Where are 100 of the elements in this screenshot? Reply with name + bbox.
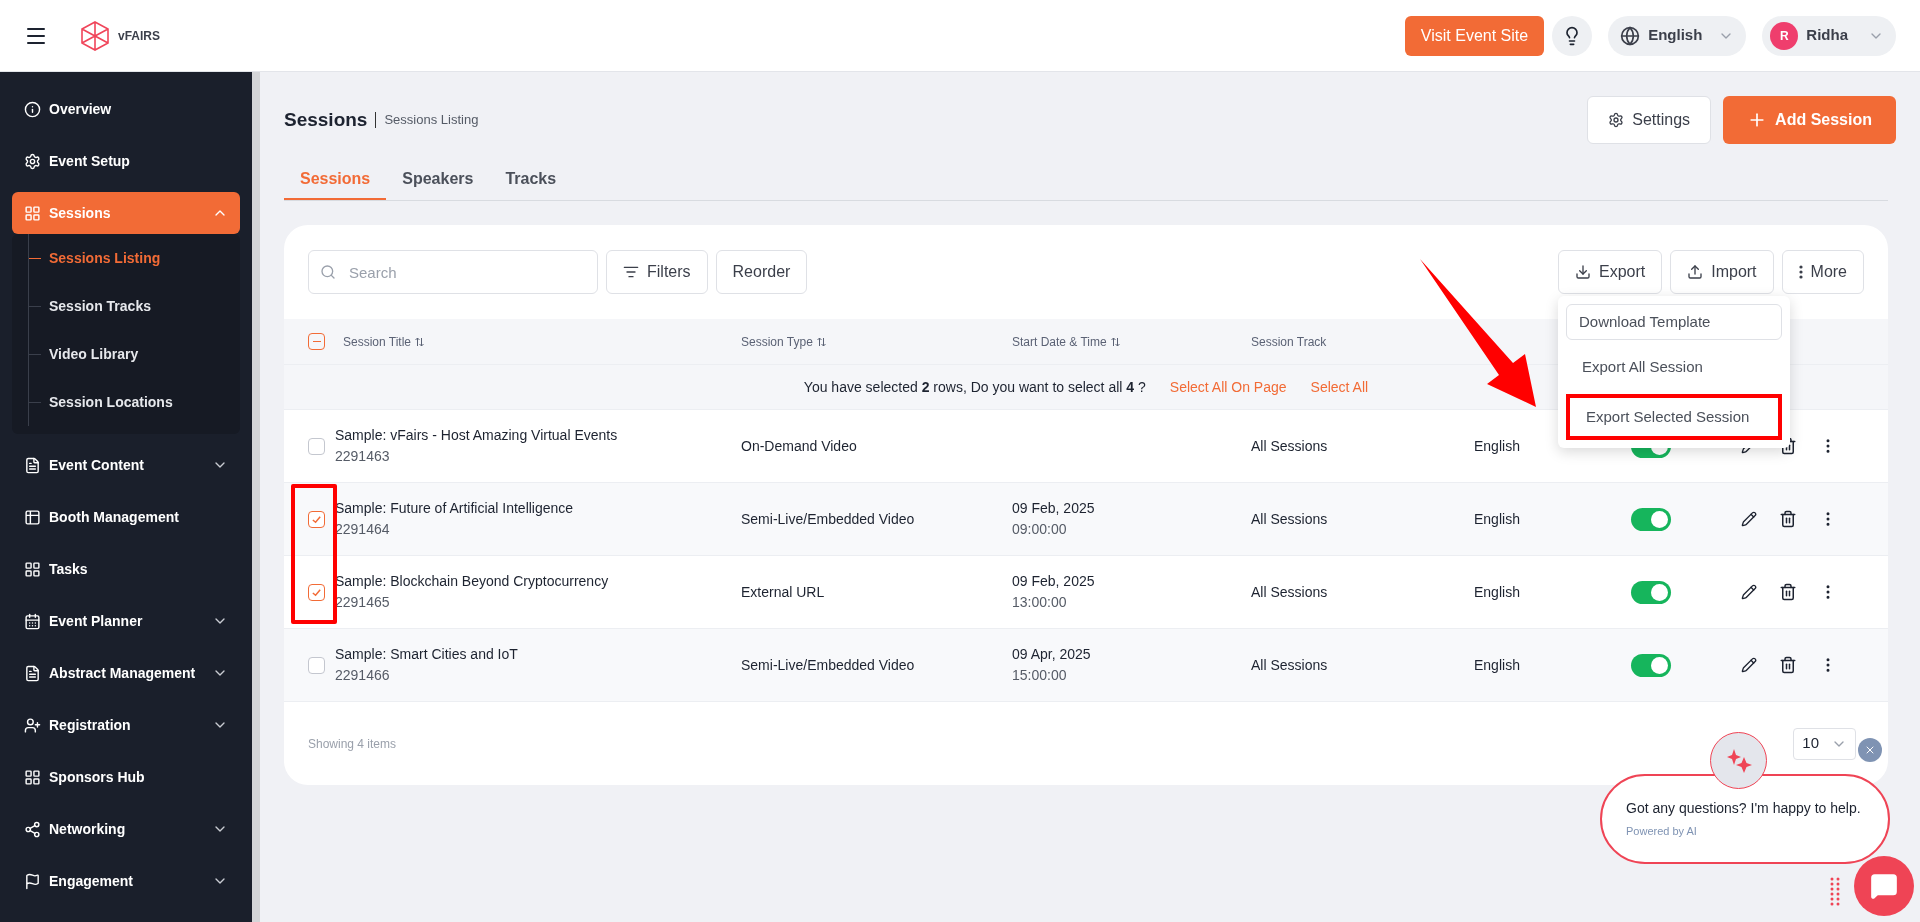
column-header: Session Track	[1251, 333, 1327, 351]
sort-icon[interactable]	[1110, 336, 1120, 347]
gear-icon	[24, 152, 41, 170]
sidebar-item[interactable]: Registration	[12, 704, 240, 746]
session-title: Sample: Smart Cities and IoT	[335, 645, 519, 664]
sidebar-item[interactable]: Overview	[12, 88, 240, 130]
tab[interactable]: Speakers	[386, 160, 490, 200]
search-icon	[320, 264, 336, 280]
sidebar-item[interactable]: Networking	[12, 808, 240, 850]
edit-icon[interactable]	[1741, 511, 1757, 527]
header-checkbox[interactable]	[308, 333, 325, 350]
session-title: Sample: Future of Artificial Intelligence	[335, 499, 575, 518]
session-time: 09:00:00	[1012, 520, 1068, 539]
sort-icon[interactable]	[816, 336, 826, 347]
delete-icon[interactable]	[1779, 583, 1797, 601]
user-plus-icon	[24, 716, 41, 734]
session-id: 2291466	[335, 666, 391, 685]
export-menu-item[interactable]: Export All Session	[1565, 344, 1782, 390]
sidebar-subitem[interactable]: Session Locations	[49, 391, 173, 413]
delete-icon[interactable]	[1779, 510, 1797, 528]
grid-icon	[24, 204, 41, 222]
export-menu-item[interactable]: Export Selected Session	[1565, 394, 1782, 440]
session-date: 09 Feb, 2025	[1012, 499, 1096, 518]
session-track: All Sessions	[1251, 436, 1329, 456]
column-header[interactable]: Start Date & Time	[1012, 332, 1107, 351]
globe-icon	[1620, 25, 1641, 46]
delete-icon[interactable]	[1779, 656, 1797, 674]
page-title: Sessions	[284, 107, 368, 132]
session-id: 2291465	[335, 593, 391, 612]
row-checkbox[interactable]	[308, 510, 325, 528]
session-title: Sample: vFairs - Host Amazing Virtual Events	[335, 426, 619, 445]
sidebar-item[interactable]: Event Setup	[12, 140, 240, 182]
session-track: All Sessions	[1251, 655, 1329, 675]
page-size-select[interactable]: 10	[1793, 727, 1856, 760]
flag-icon	[24, 872, 41, 890]
chat-icon	[1870, 872, 1898, 900]
more-button[interactable]: More	[1781, 250, 1864, 294]
session-track: All Sessions	[1251, 582, 1329, 602]
grid-icon	[24, 768, 41, 786]
edit-icon[interactable]	[1741, 584, 1757, 600]
reorder-button[interactable]: Reorder	[715, 250, 808, 294]
document-icon	[24, 456, 41, 474]
share-icon	[24, 820, 41, 838]
table-icon	[24, 508, 41, 526]
breadcrumb: Sessions Listing	[384, 111, 479, 130]
search-field[interactable]: Search	[308, 250, 598, 294]
close-icon	[1864, 744, 1876, 756]
session-time: 15:00:00	[1012, 666, 1068, 685]
language-select[interactable]: English	[1608, 15, 1747, 56]
tab[interactable]: Tracks	[489, 160, 573, 200]
row-checkbox[interactable]	[308, 656, 325, 674]
drag-handle-icon	[1830, 876, 1840, 906]
settings-icon	[1608, 112, 1625, 128]
status-toggle[interactable]	[1631, 507, 1671, 531]
calendar-icon	[24, 612, 41, 630]
delete-icon[interactable]	[1779, 437, 1797, 455]
session-id: 2291464	[335, 520, 391, 539]
session-time: 13:00:00	[1012, 593, 1068, 612]
session-title: Sample: Blockchain Beyond Cryptocurrency	[335, 572, 610, 591]
logo-text: vFAIRS	[118, 27, 160, 45]
sidebar-item[interactable]: Event Planner	[12, 600, 240, 642]
session-track: All Sessions	[1251, 509, 1329, 529]
sidebar-subitem[interactable]: Session Tracks	[49, 295, 151, 317]
sidebar-subitem[interactable]: Video Library	[49, 343, 139, 365]
sidebar-item[interactable]: Abstract Management	[12, 652, 240, 694]
sidebar-item[interactable]: Engagement	[12, 860, 240, 902]
sort-icon[interactable]	[415, 336, 425, 347]
row-checkbox[interactable]	[308, 583, 325, 601]
sidebar-subitem[interactable]: Sessions Listing	[49, 247, 161, 269]
logo-icon	[80, 19, 110, 52]
info-icon	[24, 100, 41, 118]
edit-icon[interactable]	[1741, 657, 1757, 673]
settings-button[interactable]: Settings	[1587, 96, 1712, 144]
document-icon	[24, 664, 41, 682]
checkmark-icon	[311, 586, 322, 598]
chat-message: Got any questions? I'm happy to help.	[1626, 799, 1862, 819]
sidebar-item[interactable]: Sponsors Hub	[12, 756, 240, 798]
session-date: 09 Apr, 2025	[1012, 645, 1092, 664]
column-header[interactable]: Session Type	[741, 332, 813, 351]
upload-icon	[1687, 264, 1704, 280]
session-type: Semi-Live/Embedded Video	[741, 509, 916, 529]
export-button[interactable]: Export	[1557, 250, 1663, 294]
session-type: External URL	[741, 582, 826, 602]
download-icon	[1574, 264, 1591, 280]
checkmark-icon	[311, 513, 322, 525]
import-button[interactable]: Import	[1670, 250, 1774, 294]
status-toggle[interactable]	[1631, 580, 1671, 604]
user-menu[interactable]: R Ridha	[1762, 15, 1896, 56]
scrollbar[interactable]	[252, 72, 260, 922]
status-toggle[interactable]	[1631, 653, 1671, 677]
row-checkbox[interactable]	[308, 437, 325, 455]
filters-button[interactable]: Filters	[606, 250, 708, 294]
sidebar-item[interactable]: Event Content	[12, 444, 240, 486]
export-menu-item[interactable]: Download Template	[1565, 304, 1782, 340]
column-header[interactable]: Session Title	[343, 332, 412, 351]
session-language: English	[1474, 436, 1521, 456]
chat-button[interactable]	[1854, 856, 1914, 916]
sidebar-item[interactable]: Tasks	[12, 548, 240, 590]
sidebar-item[interactable]: Booth Management	[12, 496, 240, 538]
session-id: 2291463	[335, 447, 391, 466]
